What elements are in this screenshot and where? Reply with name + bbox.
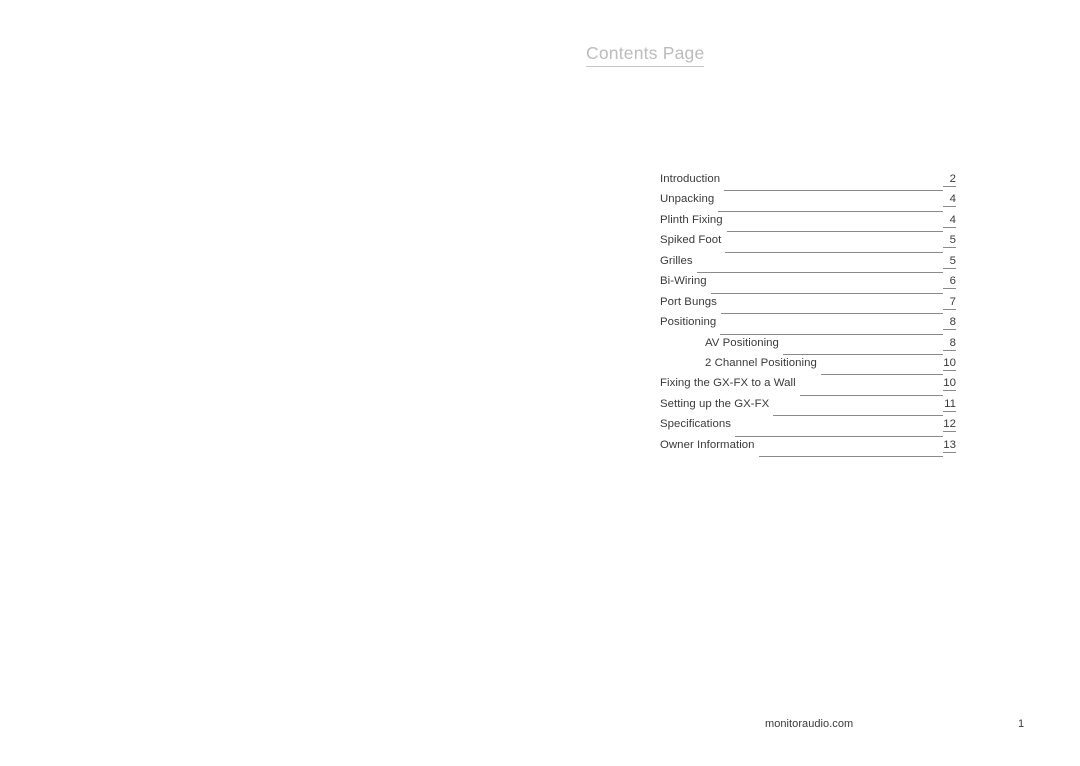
toc-entry[interactable]: Bi-Wiring 6 <box>660 275 956 295</box>
toc-entry-page-number: 11 <box>943 397 956 412</box>
toc-entry-label: Specifications <box>660 418 731 431</box>
toc-entry-label: Unpacking <box>660 193 715 206</box>
toc-entry[interactable]: 2 Channel Positioning 10 <box>660 357 956 377</box>
toc-leader-line <box>718 210 943 212</box>
footer-page-number: 1 <box>1018 718 1025 730</box>
footer-website: monitoraudio.com <box>765 718 854 730</box>
toc-leader-line <box>710 292 943 294</box>
document-page: Contents Page Introduction 2 Unpacking 4 Pli… <box>0 0 1080 766</box>
toc-leader-line <box>696 272 943 274</box>
toc-entry-page-number: 8 <box>943 316 956 331</box>
toc-entry-label: Port Bungs <box>660 295 717 308</box>
toc-leader-line <box>720 333 943 335</box>
toc-entry-label: Fixing the GX-FX to a Wall <box>660 377 796 390</box>
toc-entry-label: Setting up the GX-FX <box>660 397 770 410</box>
toc-entry[interactable]: Spiked Foot 5 <box>660 234 956 254</box>
toc-entry[interactable]: AV Positioning 8 <box>660 337 956 357</box>
toc-entry-label: 2 Channel Positioning <box>705 356 817 369</box>
toc-leader-line <box>782 353 943 355</box>
toc-entry-page-number: 13 <box>943 438 956 453</box>
page-title: Contents Page <box>586 43 705 68</box>
toc-entry-label: AV Positioning <box>705 336 779 349</box>
toc-entry[interactable]: Plinth Fixing 4 <box>660 214 956 234</box>
toc-entry-label: Owner Information <box>660 438 755 451</box>
toc-entry[interactable]: Grilles 5 <box>660 255 956 275</box>
toc-entry-label: Bi-Wiring <box>660 275 707 288</box>
toc-entry[interactable]: Owner Information 13 <box>660 439 956 459</box>
toc-entry[interactable]: Unpacking 4 <box>660 193 956 213</box>
toc-entry-label: Introduction <box>660 173 721 185</box>
toc-entry-label: Plinth Fixing <box>660 213 723 226</box>
toc-entry-page-number: 10 <box>943 377 956 392</box>
toc-entry[interactable]: Positioning 8 <box>660 316 956 336</box>
toc-entry[interactable]: Specifications 12 <box>660 418 956 438</box>
toc-leader-line <box>724 190 943 192</box>
toc-leader-line <box>799 394 943 396</box>
toc-leader-line <box>720 313 943 315</box>
toc-entry-page-number: 6 <box>943 275 956 290</box>
toc-entry[interactable]: Fixing the GX-FX to a Wall 10 <box>660 377 956 397</box>
toc-leader-line <box>773 415 943 417</box>
toc-entry[interactable]: Introduction 2 <box>660 173 956 193</box>
toc-entry-page-number: 7 <box>943 296 956 310</box>
toc-entry-label: Positioning <box>660 316 717 329</box>
toc-entry-page-number: 5 <box>943 234 956 249</box>
toc-leader-line <box>734 435 943 437</box>
toc-entry-page-number: 4 <box>943 193 956 208</box>
toc-entry-page-number: 10 <box>943 356 956 371</box>
toc-entry[interactable]: Setting up the GX-FX 11 <box>660 398 956 418</box>
toc-entry-page-number: 2 <box>943 173 956 187</box>
toc-leader-line <box>758 456 943 458</box>
toc-leader-line <box>820 374 943 376</box>
table-of-contents: Introduction 2 Unpacking 4 Plinth Fixing 4 Spi… <box>660 173 956 459</box>
toc-entry-page-number: 8 <box>943 337 956 351</box>
toc-entry-page-number: 5 <box>943 255 956 269</box>
toc-entry-page-number: 4 <box>943 214 956 228</box>
toc-leader-line <box>725 251 943 253</box>
toc-entry-page-number: 12 <box>943 418 956 433</box>
toc-entry[interactable]: Port Bungs 7 <box>660 296 956 316</box>
toc-leader-line <box>726 231 943 233</box>
toc-entry-label: Grilles <box>660 254 693 267</box>
toc-entry-label: Spiked Foot <box>660 234 722 247</box>
